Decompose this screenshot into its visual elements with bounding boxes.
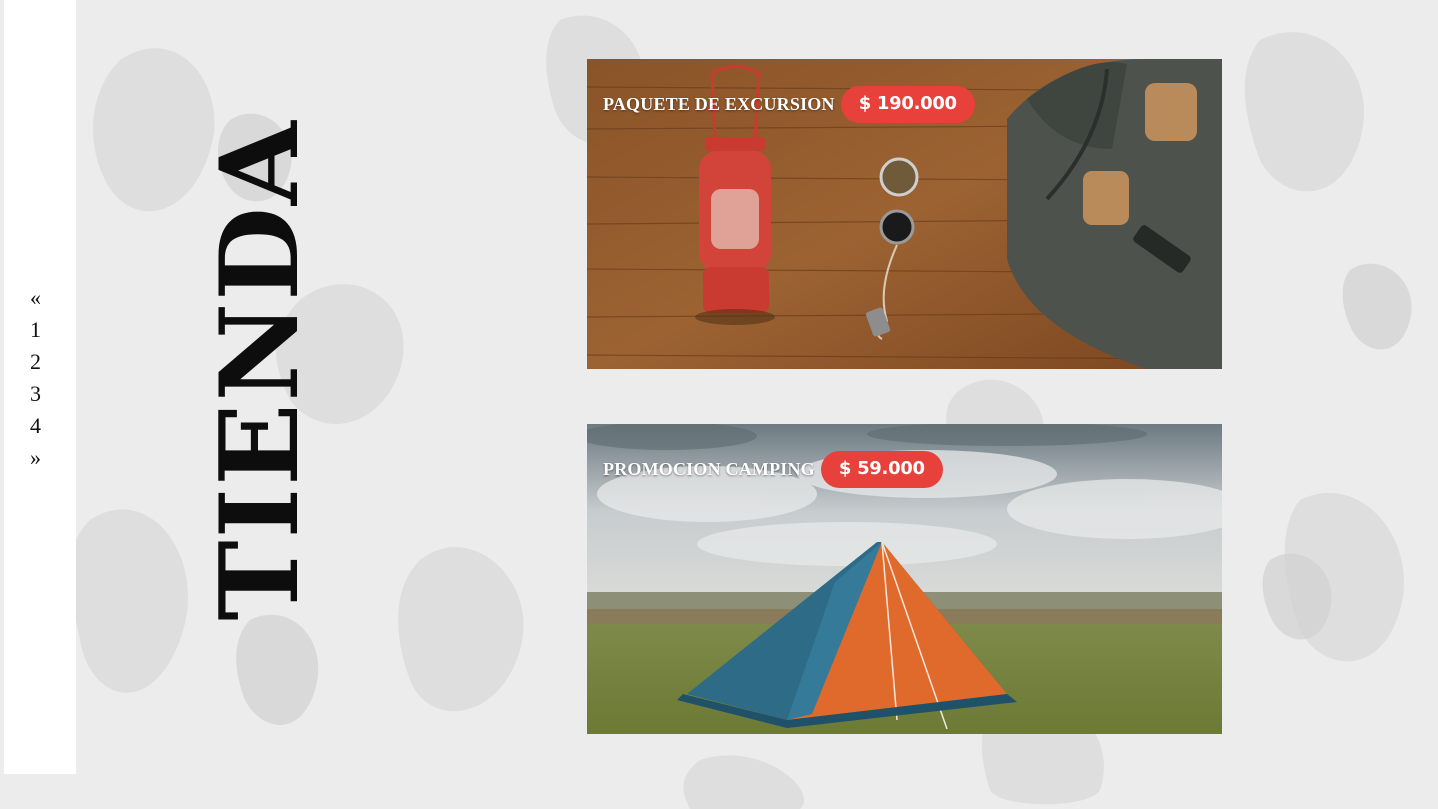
pagination-page-4[interactable]: 4 [30, 412, 60, 444]
pagination-next[interactable]: » [30, 444, 60, 476]
product-name: PROMOCION CAMPING [603, 459, 815, 479]
price-badge: $ 190.000 [840, 86, 975, 123]
pagination-prev[interactable]: « [30, 284, 60, 316]
pagination-page-3[interactable]: 3 [30, 380, 60, 412]
pagination: « 1 2 3 4 » [30, 284, 60, 476]
price-badge: $ 59.000 [820, 451, 943, 488]
pagination-page-1[interactable]: 1 [30, 316, 60, 348]
product-name: PAQUETE DE EXCURSION [603, 94, 835, 114]
product-card-excursion[interactable]: PAQUETE DE EXCURSION $ 190.000 [587, 59, 1222, 369]
product-card-camping[interactable]: PROMOCION CAMPING $ 59.000 [587, 424, 1222, 734]
pagination-sidebar: « 1 2 3 4 » [4, 0, 76, 774]
page-title-text: TIENDA [197, 119, 323, 621]
pagination-page-2[interactable]: 2 [30, 348, 60, 380]
